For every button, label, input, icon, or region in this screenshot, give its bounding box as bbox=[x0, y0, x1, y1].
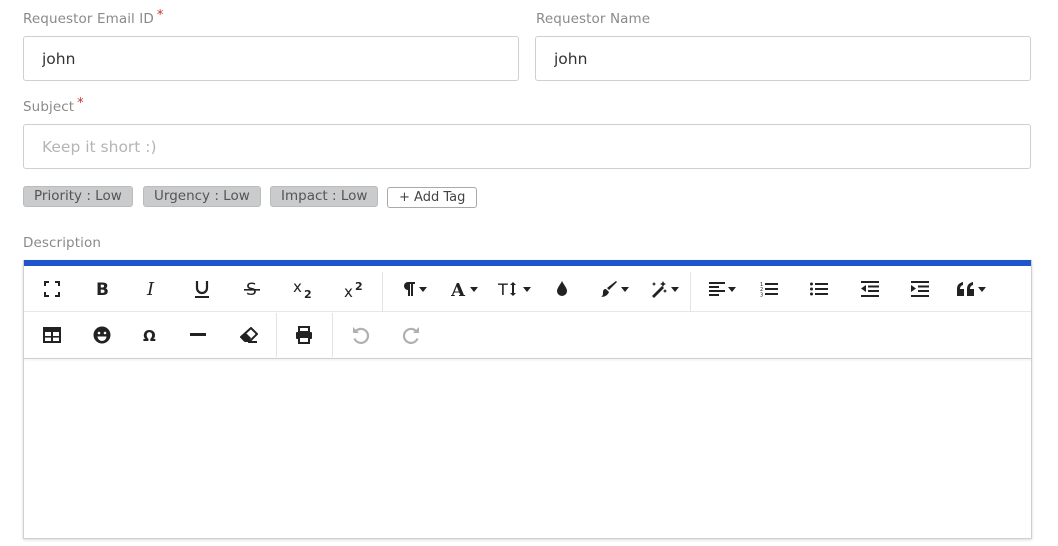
tag-impact[interactable]: Impact : Low bbox=[270, 186, 379, 207]
svg-text:T: T bbox=[498, 280, 508, 298]
editor-content-area[interactable] bbox=[24, 360, 1031, 538]
strikethrough-icon[interactable]: S bbox=[232, 269, 272, 309]
required-asterisk: * bbox=[77, 96, 84, 111]
subject-input[interactable] bbox=[23, 124, 1031, 169]
special-characters-icon[interactable]: Ω bbox=[130, 315, 170, 355]
font-family-icon[interactable]: A bbox=[442, 269, 486, 309]
name-label-text: Requestor Name bbox=[536, 11, 651, 27]
indent-icon[interactable] bbox=[900, 269, 940, 309]
svg-text:Ω: Ω bbox=[143, 327, 156, 343]
insert-table-icon[interactable] bbox=[32, 315, 72, 355]
toolbar-separator bbox=[276, 313, 277, 357]
name-label: Requestor Name bbox=[536, 11, 650, 27]
italic-icon[interactable]: I bbox=[132, 269, 172, 309]
email-label: Requestor Email ID * bbox=[23, 8, 164, 27]
svg-text:3: 3 bbox=[760, 293, 763, 298]
svg-text:x: x bbox=[293, 279, 302, 296]
toolbar-separator bbox=[332, 313, 333, 357]
quote-icon[interactable] bbox=[949, 269, 993, 309]
add-tag-button[interactable]: + Add Tag bbox=[387, 187, 478, 208]
subject-label: Subject * bbox=[23, 96, 84, 115]
svg-text:x: x bbox=[344, 283, 353, 299]
paragraph-format-icon[interactable] bbox=[392, 269, 436, 309]
subject-label-text: Subject bbox=[23, 99, 75, 115]
toolbar-separator bbox=[690, 272, 691, 312]
underline-icon[interactable] bbox=[182, 269, 222, 309]
requestor-email-input[interactable] bbox=[23, 36, 519, 81]
editor-toolbar-row-1: B I S x2 x2 A T bbox=[24, 266, 1031, 312]
description-label: Description bbox=[23, 235, 101, 251]
editor-toolbar-row-2: Ω bbox=[24, 313, 1031, 359]
toolbar-bottom-border bbox=[24, 358, 1031, 359]
print-icon[interactable] bbox=[284, 315, 324, 355]
horizontal-line-icon[interactable] bbox=[178, 315, 218, 355]
svg-text:I: I bbox=[146, 280, 155, 298]
fullscreen-icon[interactable] bbox=[32, 269, 72, 309]
subscript-icon[interactable]: x2 bbox=[283, 269, 323, 309]
svg-text:2: 2 bbox=[304, 288, 312, 299]
requestor-name-input[interactable] bbox=[535, 36, 1031, 81]
inline-style-icon[interactable] bbox=[642, 269, 686, 309]
description-label-text: Description bbox=[23, 235, 101, 251]
align-icon[interactable] bbox=[700, 269, 744, 309]
email-label-text: Requestor Email ID bbox=[23, 11, 154, 27]
text-color-icon[interactable] bbox=[542, 269, 582, 309]
tag-urgency[interactable]: Urgency : Low bbox=[143, 186, 261, 207]
svg-text:B: B bbox=[96, 280, 109, 298]
redo-icon[interactable] bbox=[391, 315, 431, 355]
outdent-icon[interactable] bbox=[850, 269, 890, 309]
superscript-icon[interactable]: x2 bbox=[334, 269, 374, 309]
emoticons-icon[interactable] bbox=[82, 315, 122, 355]
background-color-icon[interactable] bbox=[592, 269, 636, 309]
undo-icon[interactable] bbox=[341, 315, 381, 355]
bold-icon[interactable]: B bbox=[82, 269, 122, 309]
ordered-list-icon[interactable]: 123 bbox=[749, 269, 789, 309]
toolbar-separator bbox=[382, 272, 383, 312]
svg-text:2: 2 bbox=[355, 280, 363, 293]
rich-text-editor: B I S x2 x2 A T bbox=[23, 260, 1032, 539]
required-asterisk: * bbox=[156, 8, 164, 23]
svg-text:A: A bbox=[451, 281, 466, 297]
clear-formatting-icon[interactable] bbox=[229, 315, 269, 355]
font-size-icon[interactable]: T bbox=[492, 269, 536, 309]
tag-priority[interactable]: Priority : Low bbox=[23, 186, 133, 207]
unordered-list-icon[interactable] bbox=[799, 269, 839, 309]
